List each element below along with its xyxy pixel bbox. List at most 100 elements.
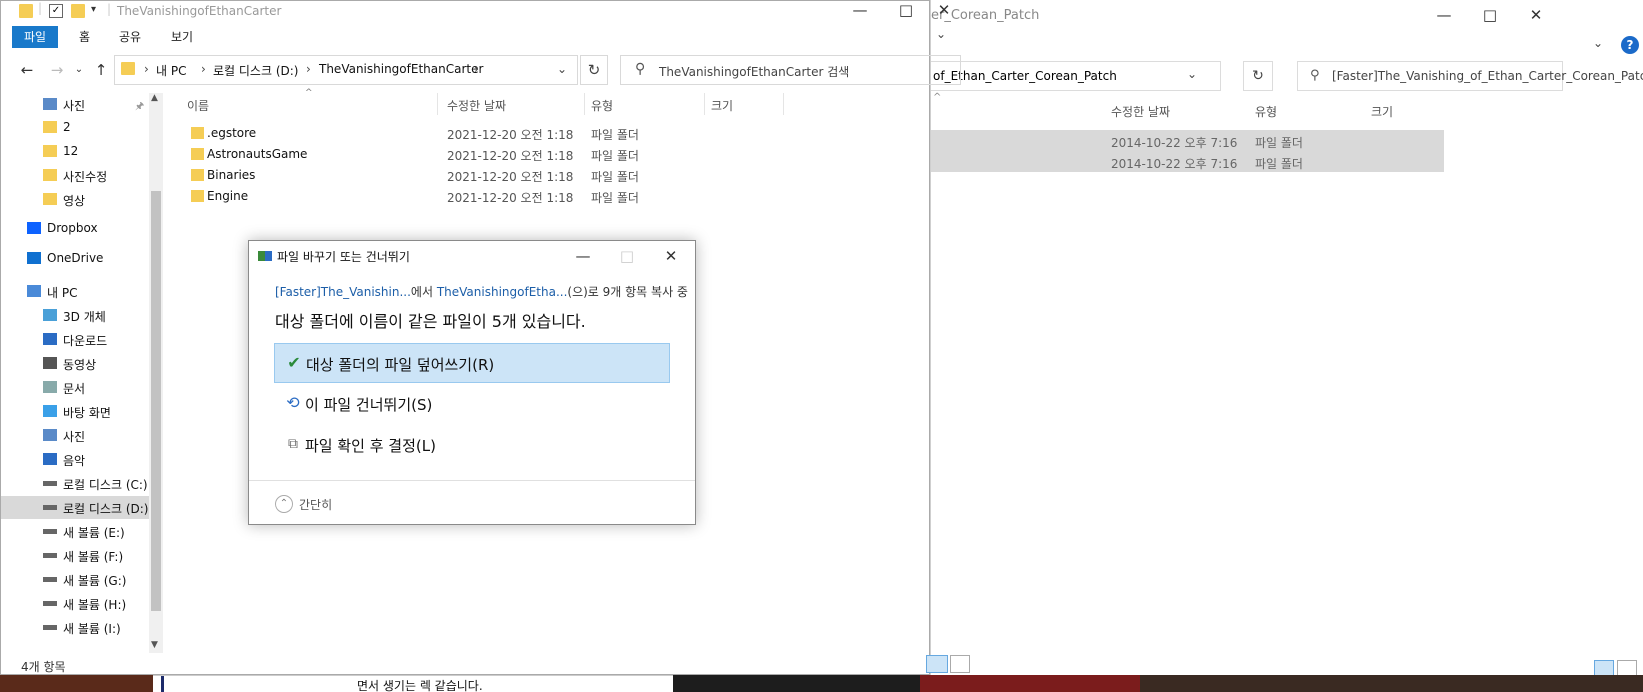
sidebar-item[interactable]: 로컬 디스크 (C:) <box>1 472 149 495</box>
sidebar-item-label: 새 볼륨 (F:) <box>63 550 124 564</box>
sidebar-item[interactable]: 문서 <box>1 376 149 399</box>
file-name: AstronautsGame <box>207 147 308 161</box>
sidebar-item[interactable]: 새 볼륨 (I:) <box>1 616 149 639</box>
destination-link[interactable]: TheVanishingofEtha... <box>437 285 568 299</box>
list-item[interactable]: .egstore 2021-12-20 오전 1:18 파일 폴더 <box>183 123 753 144</box>
close-button[interactable]: ✕ <box>649 243 693 269</box>
sidebar-item[interactable]: 새 볼륨 (H:) <box>1 592 149 615</box>
breadcrumb-item[interactable]: 로컬 디스크 (D:) <box>213 62 298 79</box>
sidebar-item[interactable]: 로컬 디스크 (D:) <box>1 496 149 519</box>
up-button[interactable]: ↑ <box>91 60 111 80</box>
large-icons-view-button[interactable] <box>950 655 970 673</box>
sidebar-item[interactable]: 새 볼륨 (E:) <box>1 520 149 543</box>
breadcrumb-item[interactable]: TheVanishingofEthanCarter <box>319 62 483 76</box>
folder-icon <box>43 121 57 133</box>
sidebar-item-label: 사진 <box>63 99 86 113</box>
sidebar-item[interactable]: 내 PC <box>1 280 149 303</box>
tab-share[interactable]: 공유 <box>107 26 153 48</box>
sidebar-item-label: 2 <box>63 120 71 134</box>
fewer-details-button[interactable]: 간단히 <box>299 496 332 513</box>
drive-icon <box>43 505 57 510</box>
sidebar-item-label: 새 볼륨 (I:) <box>63 622 121 636</box>
sidebar-item[interactable]: 새 볼륨 (G:) <box>1 568 149 591</box>
column-type[interactable]: 유형 <box>1255 103 1277 120</box>
refresh-button[interactable]: ↻ <box>1243 61 1273 91</box>
column-date[interactable]: 수정한 날짜 <box>447 97 506 114</box>
skip-files-option[interactable]: ⟲ 이 파일 건너뛰기(S) <box>274 384 670 424</box>
list-item[interactable]: Engine 2021-12-20 오전 1:18 파일 폴더 <box>183 186 753 207</box>
sidebar-item[interactable]: 영상 <box>1 188 149 211</box>
tab-file[interactable]: 파일 <box>12 26 59 48</box>
breadcrumb-item[interactable]: 내 PC <box>156 62 186 79</box>
list-item[interactable]: Binaries 2021-12-20 오전 1:18 파일 폴더 <box>183 165 753 186</box>
sidebar-item[interactable]: 사진 <box>1 93 149 116</box>
list-item[interactable]: 2014-10-22 오후 7:16 파일 폴더 <box>931 130 1444 151</box>
column-type[interactable]: 유형 <box>591 97 613 114</box>
close-button[interactable]: ✕ <box>929 1 959 21</box>
sidebar-scrollbar[interactable]: ▲ ▼ <box>149 93 163 653</box>
recent-locations-icon[interactable]: ⌄ <box>69 60 89 80</box>
sidebar-item[interactable]: 2 <box>1 116 149 139</box>
fewer-details-icon[interactable]: ⌃ <box>275 495 293 513</box>
back-button[interactable]: ← <box>17 60 37 80</box>
breadcrumb-separator-icon[interactable]: › <box>201 62 206 76</box>
minimize-button[interactable]: — <box>1421 6 1467 26</box>
sidebar-item[interactable]: Dropbox <box>1 217 149 240</box>
choose-files-option[interactable]: ⧉ 파일 확인 후 결정(L) <box>274 425 670 465</box>
replace-files-option[interactable]: ✔ 대상 폴더의 파일 덮어쓰기(R) <box>274 343 670 383</box>
sidebar-item[interactable]: OneDrive <box>1 247 149 270</box>
details-view-button[interactable] <box>926 655 948 673</box>
pictures-icon <box>43 429 57 441</box>
column-name[interactable]: 이름 <box>187 97 209 114</box>
sidebar-item[interactable]: 다운로드 <box>1 328 149 351</box>
breadcrumb-separator-icon[interactable]: › <box>144 62 149 76</box>
checkmark-icon: ✔ <box>287 353 301 372</box>
scroll-up-icon[interactable]: ▲ <box>151 93 158 103</box>
maximize-button[interactable]: □ <box>1467 6 1513 26</box>
help-icon[interactable]: ? <box>1621 36 1639 54</box>
list-item[interactable]: 2014-10-22 오후 7:16 파일 폴더 <box>931 151 1444 172</box>
column-date[interactable]: 수정한 날짜 <box>1111 103 1170 120</box>
minimize-button[interactable]: — <box>561 243 605 269</box>
maximize-button[interactable]: □ <box>883 1 929 21</box>
chevron-down-icon[interactable]: ⌄ <box>1187 67 1197 81</box>
close-button[interactable]: ✕ <box>1513 6 1559 26</box>
search-placeholder: TheVanishingofEthanCarter 검색 <box>659 65 850 79</box>
tab-home[interactable]: 홈 <box>67 26 102 48</box>
sort-indicator-icon: ^ <box>933 92 942 103</box>
refresh-button[interactable]: ↻ <box>580 55 608 85</box>
customize-toolbar-icon[interactable]: ▾ <box>91 4 96 15</box>
forward-button[interactable]: → <box>47 60 67 80</box>
breadcrumb-separator-icon[interactable]: › <box>474 62 479 76</box>
minimize-button[interactable]: — <box>837 1 883 21</box>
breadcrumb-separator-icon[interactable]: › <box>306 62 311 76</box>
background-webpage: 면서 생기는 렉 같습니다. <box>153 675 673 692</box>
maximize-button: □ <box>619 247 635 265</box>
address-bar[interactable]: of_Ethan_Carter_Corean_Patch ⌄ <box>931 61 1221 91</box>
sidebar-item[interactable]: 음악 <box>1 448 149 471</box>
scroll-down-icon[interactable]: ▼ <box>151 640 158 650</box>
sidebar-item[interactable]: 동영상 <box>1 352 149 375</box>
list-item[interactable]: AstronautsGame 2021-12-20 오전 1:18 파일 폴더 <box>183 144 753 165</box>
sidebar-item-label: 새 볼륨 (H:) <box>63 598 127 612</box>
search-input[interactable]: ⚲ TheVanishingofEthanCarter 검색 <box>620 55 961 85</box>
column-size[interactable]: 크기 <box>1371 103 1393 120</box>
sidebar-item[interactable]: 사진 <box>1 424 149 447</box>
chevron-down-icon[interactable]: ⌄ <box>557 62 567 76</box>
search-input[interactable]: ⚲ [Faster]The_Vanishing_of_Ethan_Carter_… <box>1297 61 1643 91</box>
sidebar-item[interactable]: 새 볼륨 (F:) <box>1 544 149 567</box>
scroll-thumb[interactable] <box>151 191 161 611</box>
sidebar-item[interactable]: 사진수정 <box>1 164 149 187</box>
sidebar-item-label: 음악 <box>63 454 86 468</box>
sidebar-item[interactable]: 3D 개체 <box>1 304 149 327</box>
expand-ribbon-icon[interactable]: ⌄ <box>1593 36 1603 50</box>
column-size[interactable]: 크기 <box>711 97 733 114</box>
new-folder-icon[interactable] <box>71 4 85 18</box>
expand-ribbon-icon[interactable]: ⌄ <box>936 27 946 41</box>
source-link[interactable]: [Faster]The_Vanishin... <box>275 285 411 299</box>
sidebar-item[interactable]: 바탕 화면 <box>1 400 149 423</box>
sidebar-item[interactable]: 12 <box>1 140 149 163</box>
properties-icon[interactable]: ✓ <box>49 4 63 18</box>
sidebar-item-label: 12 <box>63 144 79 158</box>
tab-view[interactable]: 보기 <box>159 26 205 48</box>
